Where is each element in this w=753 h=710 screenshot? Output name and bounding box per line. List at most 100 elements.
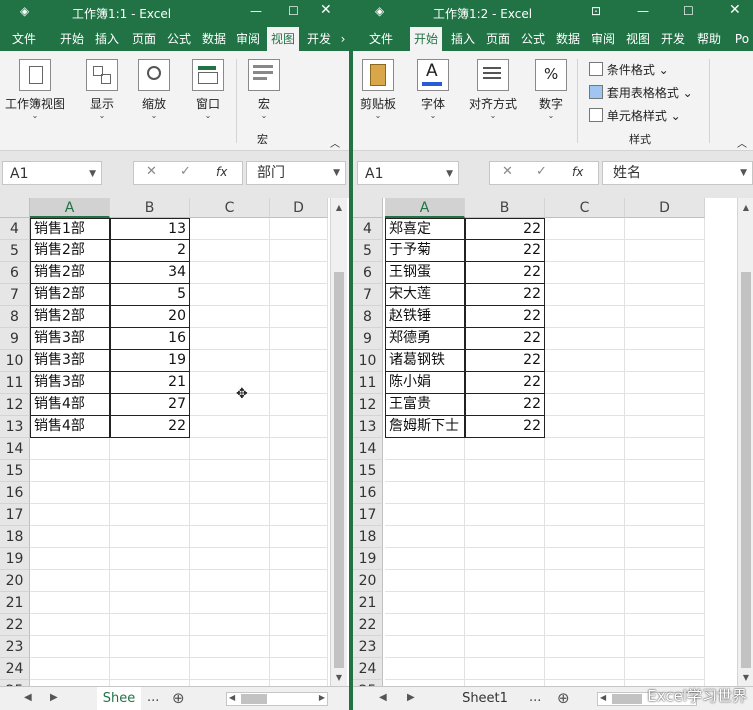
cell-a[interactable]: 销售3部 bbox=[30, 372, 110, 394]
horizontal-scrollbar[interactable]: ◀ ▶ bbox=[226, 692, 328, 706]
scroll-thumb[interactable] bbox=[612, 694, 642, 704]
cell-d[interactable] bbox=[270, 438, 328, 460]
cell-d[interactable] bbox=[270, 482, 328, 504]
cell-c[interactable] bbox=[545, 438, 625, 460]
cell-b[interactable] bbox=[465, 636, 545, 658]
cell-b[interactable]: 22 bbox=[465, 394, 545, 416]
cell-d[interactable] bbox=[625, 262, 705, 284]
cell-c[interactable] bbox=[545, 328, 625, 350]
macro-button[interactable]: 宏 ⌄ bbox=[246, 59, 282, 120]
cell-b[interactable] bbox=[465, 614, 545, 636]
cell-d[interactable] bbox=[625, 592, 705, 614]
cell-a[interactable] bbox=[385, 460, 465, 482]
cell-b[interactable] bbox=[110, 658, 190, 680]
tab-5[interactable]: 公式 bbox=[163, 27, 195, 51]
tab-3[interactable]: 插入 bbox=[447, 27, 479, 51]
cell-d[interactable] bbox=[270, 372, 328, 394]
more-sheets[interactable]: ... bbox=[529, 690, 541, 705]
fx-icon[interactable]: fx bbox=[572, 165, 583, 179]
row-header[interactable]: 24 bbox=[0, 658, 30, 680]
show-button[interactable]: 显示 ⌄ bbox=[82, 59, 122, 120]
cell-b[interactable]: 22 bbox=[465, 218, 545, 240]
row-header[interactable]: 23 bbox=[0, 636, 30, 658]
cell-b[interactable]: 13 bbox=[110, 218, 190, 240]
cell-a[interactable]: 宋大莲 bbox=[385, 284, 465, 306]
cell-a[interactable] bbox=[30, 636, 110, 658]
row-header[interactable]: 4 bbox=[0, 218, 30, 240]
cell-a[interactable]: 于予菊 bbox=[385, 240, 465, 262]
cell-a[interactable] bbox=[30, 658, 110, 680]
cell-d[interactable] bbox=[625, 460, 705, 482]
cell-b[interactable] bbox=[465, 504, 545, 526]
row-header[interactable]: 21 bbox=[353, 592, 383, 614]
cell-a[interactable] bbox=[385, 570, 465, 592]
font-button[interactable]: A 字体 ⌄ bbox=[415, 59, 451, 120]
cell-a[interactable]: 诸葛钢铁 bbox=[385, 350, 465, 372]
row-header[interactable]: 18 bbox=[0, 526, 30, 548]
cell-c[interactable] bbox=[190, 658, 270, 680]
row-header[interactable]: 20 bbox=[353, 570, 383, 592]
cell-c[interactable] bbox=[545, 416, 625, 438]
tab-2[interactable]: 开始 bbox=[55, 27, 89, 51]
cell-b[interactable] bbox=[465, 548, 545, 570]
sheet-nav-right-icon[interactable]: ▶ bbox=[50, 692, 58, 703]
tab-11[interactable]: Po bbox=[729, 27, 753, 51]
scroll-thumb[interactable] bbox=[241, 694, 267, 704]
row-header[interactable]: 13 bbox=[0, 416, 30, 438]
cell-d[interactable] bbox=[270, 614, 328, 636]
column-header[interactable]: D bbox=[270, 198, 328, 218]
cell-d[interactable] bbox=[270, 350, 328, 372]
sheet-nav-right-icon[interactable]: ▶ bbox=[407, 692, 415, 703]
cell-c[interactable] bbox=[545, 284, 625, 306]
cell-b[interactable]: 22 bbox=[465, 350, 545, 372]
cell-styles-button[interactable]: 单元格样式 ⌄ bbox=[589, 107, 681, 124]
collapse-ribbon-icon[interactable]: ︿ bbox=[737, 135, 747, 150]
cell-c[interactable] bbox=[545, 614, 625, 636]
scroll-thumb[interactable] bbox=[334, 272, 344, 668]
more-sheets[interactable]: ... bbox=[147, 690, 159, 705]
cell-d[interactable] bbox=[270, 416, 328, 438]
row-header[interactable]: 14 bbox=[0, 438, 30, 460]
row-header[interactable]: 6 bbox=[0, 262, 30, 284]
cell-a[interactable]: 销售2部 bbox=[30, 284, 110, 306]
cell-a[interactable] bbox=[385, 614, 465, 636]
cell-d[interactable] bbox=[625, 350, 705, 372]
scroll-up-icon[interactable]: ▲ bbox=[331, 200, 347, 216]
format-as-table-button[interactable]: 套用表格格式 ⌄ bbox=[589, 84, 693, 101]
cell-a[interactable]: 销售2部 bbox=[30, 240, 110, 262]
cell-c[interactable] bbox=[190, 548, 270, 570]
row-header[interactable]: 22 bbox=[353, 614, 383, 636]
cell-d[interactable] bbox=[625, 328, 705, 350]
cell-d[interactable] bbox=[625, 526, 705, 548]
cell-c[interactable] bbox=[545, 592, 625, 614]
cell-d[interactable] bbox=[625, 394, 705, 416]
row-header[interactable]: 7 bbox=[353, 284, 383, 306]
cell-a[interactable]: 赵铁锤 bbox=[385, 306, 465, 328]
cell-a[interactable] bbox=[385, 482, 465, 504]
cell-b[interactable]: 20 bbox=[110, 306, 190, 328]
check-icon[interactable]: ✓ bbox=[536, 164, 547, 179]
cell-c[interactable] bbox=[190, 240, 270, 262]
fx-icon[interactable]: fx bbox=[216, 165, 227, 179]
scroll-thumb[interactable] bbox=[741, 272, 751, 668]
cell-a[interactable] bbox=[30, 614, 110, 636]
scroll-down-icon[interactable]: ▼ bbox=[738, 670, 753, 686]
cell-b[interactable]: 22 bbox=[465, 284, 545, 306]
cell-c[interactable] bbox=[545, 482, 625, 504]
row-header[interactable]: 5 bbox=[353, 240, 383, 262]
row-header[interactable]: 20 bbox=[0, 570, 30, 592]
scroll-left-icon[interactable]: ◀ bbox=[600, 693, 606, 702]
scroll-down-icon[interactable]: ▼ bbox=[331, 670, 347, 686]
cell-b[interactable] bbox=[110, 570, 190, 592]
cell-d[interactable] bbox=[270, 570, 328, 592]
cell-d[interactable] bbox=[270, 548, 328, 570]
cell-a[interactable]: 销售3部 bbox=[30, 350, 110, 372]
row-header[interactable]: 11 bbox=[353, 372, 383, 394]
row-header[interactable]: 24 bbox=[353, 658, 383, 680]
row-header[interactable]: 9 bbox=[353, 328, 383, 350]
cell-a[interactable] bbox=[30, 438, 110, 460]
cell-c[interactable] bbox=[545, 306, 625, 328]
restore-icon[interactable]: ⊡ bbox=[591, 4, 601, 18]
tab-2[interactable]: 开始 bbox=[410, 27, 442, 51]
plus-icon[interactable]: ⊕ bbox=[172, 689, 185, 707]
